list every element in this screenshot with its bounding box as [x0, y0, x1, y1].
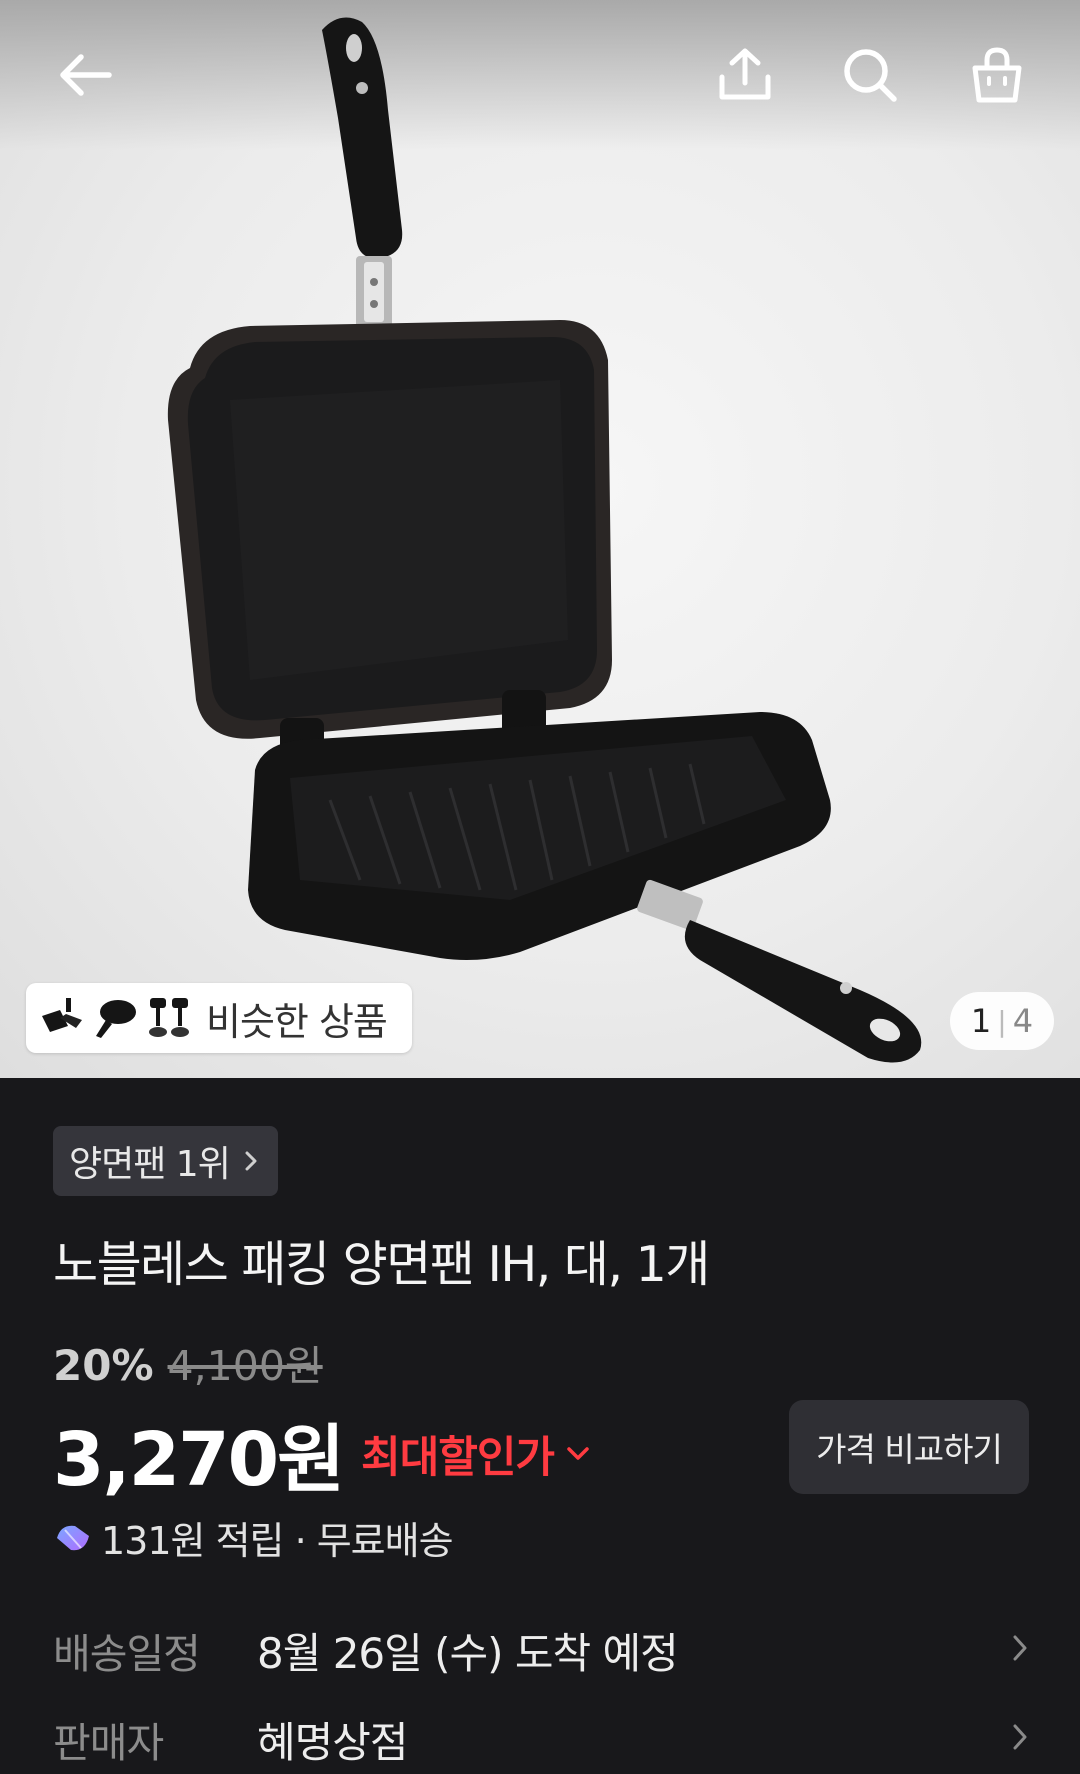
- similar-products-label: 비슷한 상품: [206, 999, 388, 1044]
- category-rank-badge[interactable]: 양면팬 1위: [53, 1126, 278, 1196]
- product-image-gallery[interactable]: 비슷한 상품 1 | 4: [0, 0, 1080, 1078]
- share-upload-icon: [719, 48, 771, 100]
- seller-row[interactable]: 판매자 혜명상점: [53, 1704, 1029, 1774]
- chevron-down-icon: [567, 1446, 589, 1460]
- shopping-bag-icon: [972, 47, 1022, 103]
- product-title: 노블레스 패킹 양면팬 IH, 대, 1개: [53, 1236, 710, 1293]
- discount-percent: 20%: [53, 1341, 154, 1390]
- original-price: 4,100원: [167, 1342, 323, 1390]
- seller-value: 혜명상점: [257, 1717, 409, 1767]
- sale-price: 3,270원: [53, 1417, 345, 1503]
- price-compare-button[interactable]: 가격 비교하기: [789, 1400, 1029, 1494]
- reward-shipping-text: 131원 적립 · 무료배송: [101, 1519, 454, 1563]
- pan-thumbnail-icon: [42, 998, 82, 1032]
- reward-shipping-row: 131원 적립 · 무료배송: [53, 1510, 454, 1565]
- back-button[interactable]: [40, 30, 130, 120]
- chevron-right-icon: [1013, 1724, 1027, 1750]
- pager-total: 4: [1012, 1002, 1034, 1040]
- product-photo-double-sided-pan: [167, 17, 922, 1063]
- chevron-right-icon: [1013, 1635, 1027, 1661]
- reward-point-icon: [57, 1525, 89, 1550]
- max-discount-label: 최대할인가: [361, 1432, 555, 1483]
- pager-current: 1: [970, 1002, 992, 1040]
- arrow-left-icon: [60, 54, 112, 96]
- pan-thumbnail-icon: [96, 1000, 136, 1038]
- delivery-schedule-row[interactable]: 배송일정 8월 26일 (수) 도착 예정: [53, 1615, 1029, 1685]
- search-button[interactable]: [825, 30, 915, 120]
- rank-badge-label: 양면팬 1위: [69, 1144, 231, 1185]
- image-pager: 1 | 4: [950, 992, 1054, 1050]
- delivery-label: 배송일정: [53, 1630, 201, 1678]
- similar-products-button[interactable]: 비슷한 상품: [26, 983, 412, 1053]
- seller-label: 판매자: [53, 1719, 164, 1767]
- pager-separator: |: [997, 1004, 1007, 1038]
- similar-thumbnails: [38, 996, 196, 1040]
- search-icon: [844, 49, 897, 102]
- max-discount-toggle[interactable]: 최대할인가: [361, 1423, 590, 1485]
- cart-button[interactable]: [952, 30, 1042, 120]
- share-button[interactable]: [700, 30, 790, 120]
- price-row: 3,270원 최대할인가: [53, 1400, 590, 1507]
- chevron-right-icon: [245, 1151, 257, 1171]
- pan-thumbnail-icon: [149, 998, 189, 1037]
- discount-row: 20% 4,100원: [53, 1332, 323, 1392]
- delivery-value: 8월 26일 (수) 도착 예정: [257, 1628, 679, 1678]
